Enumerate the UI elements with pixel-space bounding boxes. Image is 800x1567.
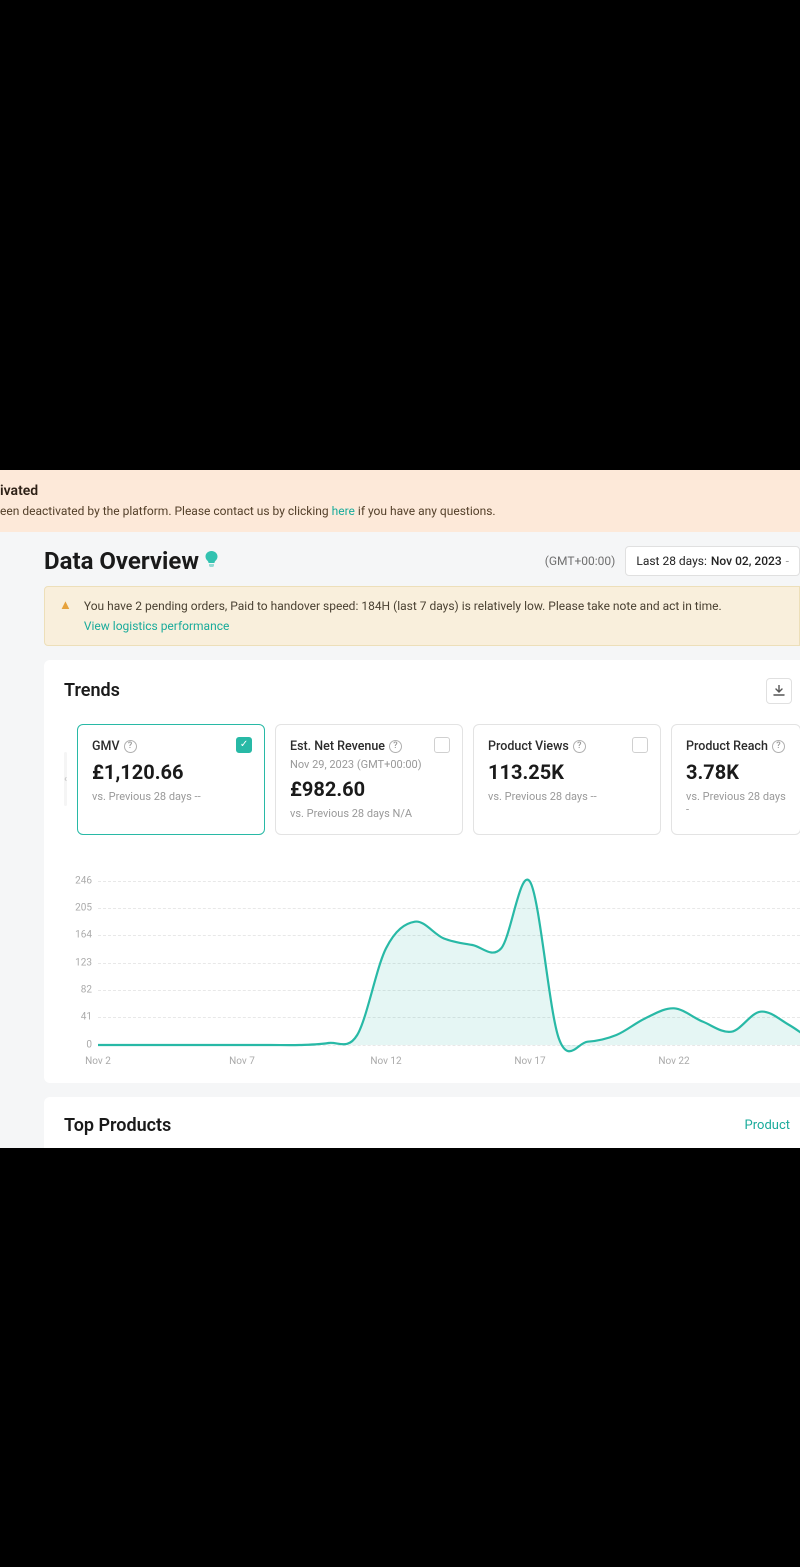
chevron-down-icon: - [786,554,789,568]
help-icon[interactable]: ? [573,740,586,753]
metric-row: ‹ GMV ? ✓ £1,120.66 vs. Previous 28 days… [64,724,800,835]
y-tick: 41 [64,1012,92,1023]
y-tick: 123 [64,957,92,968]
view-logistics-link[interactable]: View logistics performance [84,617,229,635]
metric-checkbox-product-views[interactable] [632,737,648,753]
bulb-icon [205,551,218,571]
top-products-title: Top Products [64,1115,171,1136]
page-header: Data Overview (GMT+00:00) Last 28 days: … [0,532,800,586]
y-tick: 82 [64,984,92,995]
y-tick: 205 [64,902,92,913]
metrics-prev-button[interactable]: ‹ [64,752,67,806]
help-icon[interactable]: ? [389,740,402,753]
top-products-card: Top Products Product [44,1097,800,1148]
header-right: (GMT+00:00) Last 28 days: Nov 02, 2023 - [545,546,800,576]
chart-svg [98,865,800,1045]
x-tick: Nov 2 [85,1056,111,1067]
x-tick: Nov 17 [514,1056,545,1067]
help-icon[interactable]: ? [124,740,137,753]
top-products-link[interactable]: Product [745,1118,790,1133]
warning-icon: ▲ [59,597,72,635]
trends-title: Trends [64,680,120,701]
metric-card-gmv[interactable]: GMV ? ✓ £1,120.66 vs. Previous 28 days -… [77,724,265,835]
metric-checkbox-gmv[interactable]: ✓ [236,737,252,753]
logistics-alert: ▲ You have 2 pending orders, Paid to han… [44,586,800,646]
metric-card-product-views[interactable]: Product Views ? 113.25K vs. Previous 28 … [473,724,661,835]
date-range-selector[interactable]: Last 28 days: Nov 02, 2023 - [625,546,800,576]
deactivation-body: een deactivated by the platform. Please … [0,502,800,521]
x-tick: Nov 7 [229,1056,255,1067]
alert-message: You have 2 pending orders, Paid to hando… [84,599,722,613]
page-title: Data Overview [44,547,218,575]
metric-card-product-reach[interactable]: Product Reach ? 3.78K vs. Previous 28 da… [671,724,800,835]
download-button[interactable] [766,678,792,704]
x-tick: Nov 12 [370,1056,401,1067]
metric-checkbox-net-revenue[interactable] [434,737,450,753]
trends-chart: 0 41 82 123 164 205 246 Nov 2 Nov 7 Nov 12 Nov 17… [64,865,800,1065]
y-tick: 164 [64,930,92,941]
deactivation-banner: ivated een deactivated by the platform. … [0,470,800,532]
deactivation-title: ivated [0,480,800,502]
x-tick: Nov 22 [658,1056,689,1067]
dashboard-window: ivated een deactivated by the platform. … [0,470,800,1148]
y-tick: 0 [64,1039,92,1050]
trends-card: Trends ‹ GMV ? ✓ £1,120.66 vs. Previous … [44,660,800,1083]
y-tick: 246 [64,875,92,886]
timezone-label: (GMT+00:00) [545,554,616,568]
help-icon[interactable]: ? [772,740,785,753]
metric-card-net-revenue[interactable]: Est. Net Revenue ? Nov 29, 2023 (GMT+00:… [275,724,463,835]
deactivation-here-link[interactable]: here [332,504,355,518]
